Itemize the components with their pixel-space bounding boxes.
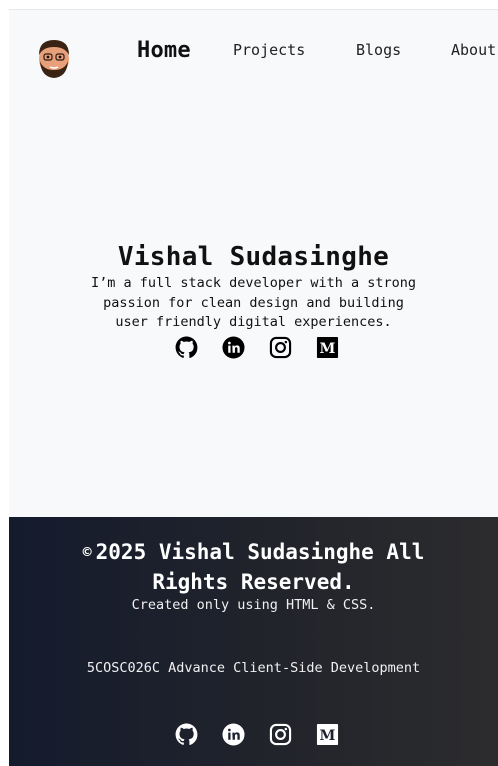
footer-social-links: M bbox=[15, 723, 498, 746]
github-icon[interactable] bbox=[175, 723, 198, 746]
instagram-icon[interactable] bbox=[269, 723, 292, 746]
avatar-emoji-icon bbox=[39, 40, 69, 78]
medium-icon[interactable]: M bbox=[316, 336, 339, 359]
footer-course: 5COSC026C Advance Client-Side Developmen… bbox=[86, 660, 421, 676]
instagram-icon[interactable] bbox=[269, 336, 292, 359]
hero-tagline: I’m a full stack developer with a strong… bbox=[90, 275, 417, 330]
footer-copyright: © 2025 Vishal Sudasinghe All Rights Reser… bbox=[44, 537, 464, 597]
nav-about-link[interactable]: About bbox=[451, 41, 496, 59]
copyright-text: 2025 Vishal Sudasinghe All Rights Reserv… bbox=[95, 540, 425, 594]
avatar[interactable] bbox=[35, 37, 73, 79]
linkedin-icon[interactable] bbox=[221, 723, 245, 746]
page-frame: Home Projects Blogs About Vishal Sudasin… bbox=[9, 9, 498, 766]
github-icon[interactable] bbox=[175, 335, 198, 359]
nav-home-link[interactable]: Home bbox=[137, 38, 191, 63]
copyright-symbol: © bbox=[82, 543, 92, 561]
medium-icon[interactable]: M bbox=[316, 723, 339, 746]
svg-text:M: M bbox=[319, 728, 335, 744]
svg-text:M: M bbox=[319, 340, 335, 356]
navbar: Home Projects Blogs About bbox=[9, 10, 498, 90]
footer-created-note: Created only using HTML & CSS. bbox=[131, 597, 376, 613]
hero-section: Vishal Sudasinghe I’m a full stack devel… bbox=[9, 240, 498, 359]
hero-name: Vishal Sudasinghe bbox=[117, 242, 390, 272]
footer: © 2025 Vishal Sudasinghe All Rights Reser… bbox=[9, 517, 498, 766]
nav-projects-link[interactable]: Projects bbox=[233, 41, 305, 59]
nav-blogs-link[interactable]: Blogs bbox=[356, 41, 401, 59]
hero-social-links: M bbox=[15, 335, 498, 359]
linkedin-icon[interactable] bbox=[221, 335, 245, 359]
